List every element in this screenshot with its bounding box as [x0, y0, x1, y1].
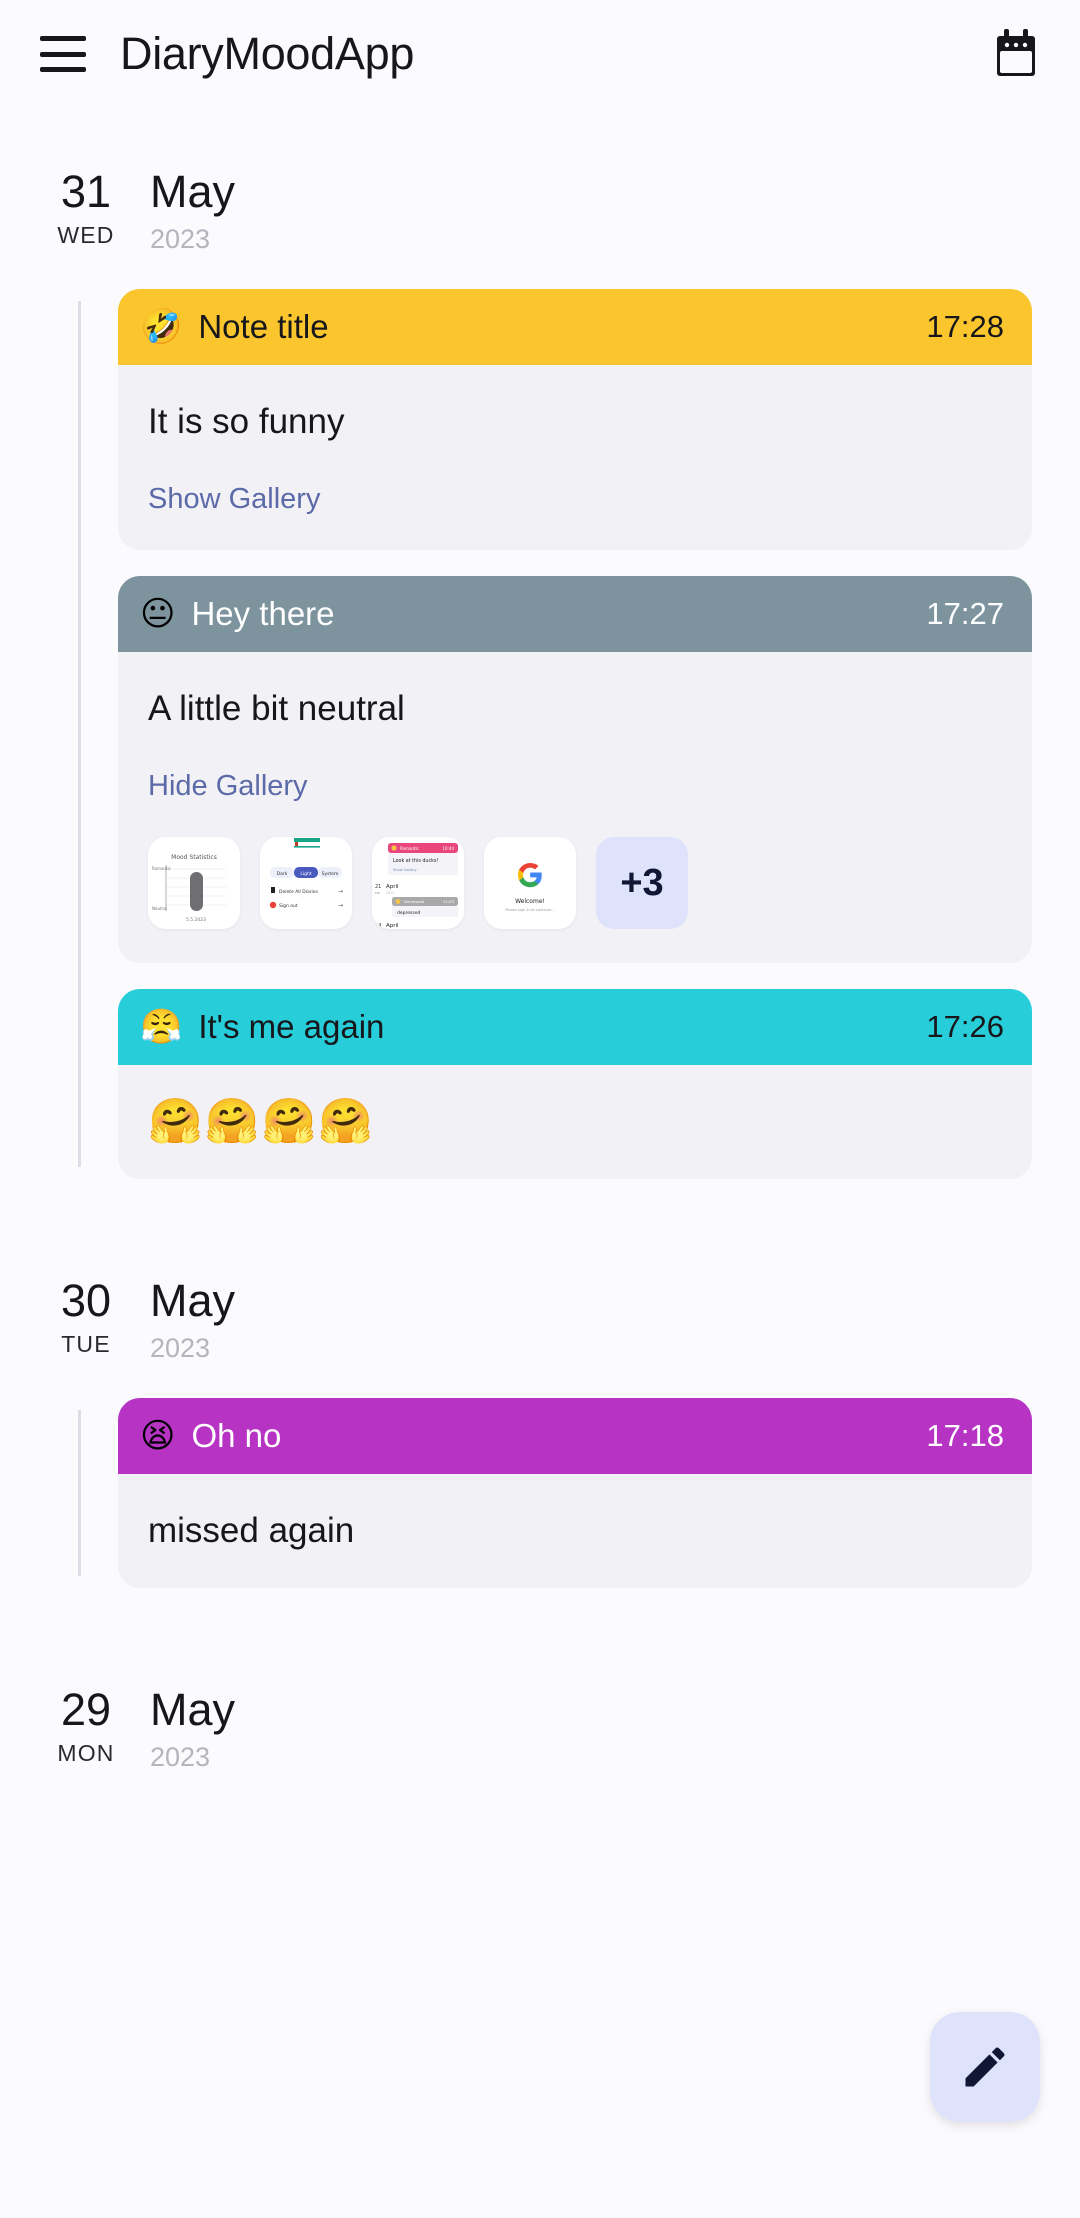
gallery-more-badge[interactable]: +3	[596, 837, 688, 929]
svg-text:→: →	[338, 902, 343, 909]
note-card-body: missed again	[118, 1474, 1032, 1588]
date-day-number: 30	[60, 1275, 112, 1326]
svg-text:21: 21	[375, 884, 381, 890]
note-card-header[interactable]: 😫 Oh no 17:18	[118, 1398, 1032, 1474]
svg-text:Please sign in to continue...: Please sign in to continue...	[505, 908, 555, 912]
note-time: 17:27	[926, 596, 1004, 631]
note-card[interactable]: 🤣 Note title 17:28 It is so funny Show G…	[118, 289, 1032, 550]
svg-text:depressed: depressed	[397, 910, 420, 916]
gallery-thumbnails: Mood Statistics Romantic Neutral 5.5.202…	[148, 837, 1004, 929]
date-right: May 2023	[150, 1684, 235, 1773]
date-weekday: TUE	[61, 1331, 111, 1357]
svg-text:Delete All Diaries: Delete All Diaries	[279, 889, 319, 895]
svg-text:10:44: 10:44	[442, 846, 454, 851]
show-gallery-link[interactable]: Show Gallery	[148, 483, 1004, 516]
svg-text:Sign out: Sign out	[279, 903, 298, 909]
diary-mood-app-screen: DiaryMoodApp 31 WED May 2023 🤣 Note titl…	[0, 0, 1080, 2218]
date-month: May	[150, 1684, 236, 1735]
svg-text:April: April	[386, 923, 399, 929]
svg-text:April: April	[386, 884, 399, 890]
svg-text:Neutral: Neutral	[152, 906, 167, 911]
date-month: May	[150, 166, 236, 217]
date-left: 29 MON	[50, 1684, 122, 1767]
date-year: 2023	[150, 224, 211, 254]
svg-text:Light: Light	[300, 871, 311, 877]
mood-emoji-icon: 🤣	[140, 307, 183, 347]
note-card-header[interactable]: 😐 Hey there 17:27	[118, 576, 1032, 652]
date-left: 30 TUE	[50, 1275, 122, 1358]
note-text: A little bit neutral	[148, 689, 405, 728]
page-title: DiaryMoodApp	[120, 28, 415, 79]
svg-text:Look at this ducks!: Look at this ducks!	[393, 858, 438, 864]
mood-emoji-icon: 😫	[140, 1416, 176, 1456]
date-day-number: 31	[60, 166, 112, 217]
calendar-icon[interactable]	[992, 29, 1040, 79]
svg-text:Dark: Dark	[277, 871, 288, 877]
note-text: It is so funny	[148, 402, 345, 441]
hamburger-menu-icon[interactable]	[40, 36, 86, 72]
date-header: 31 WED May 2023	[0, 166, 1080, 255]
note-card[interactable]: 😫 Oh no 17:18 missed again	[118, 1398, 1032, 1588]
pencil-edit-icon	[965, 2047, 1005, 2087]
date-weekday: WED	[57, 222, 115, 248]
gallery-thumbnail[interactable]: Romantic 10:44 Look at this ducks! Show …	[372, 837, 464, 929]
svg-text:Welcome!: Welcome!	[515, 898, 545, 905]
note-card[interactable]: 😤 It's me again 17:26 🤗🤗🤗🤗	[118, 989, 1032, 1179]
date-header: 29 MON May 2023	[0, 1684, 1080, 1773]
mood-emoji-icon: 😤	[140, 1007, 183, 1047]
gallery-thumbnail[interactable]: Mood Statistics Romantic Neutral 5.5.202…	[148, 837, 240, 929]
entries-list: 🤣 Note title 17:28 It is so funny Show G…	[0, 289, 1080, 1179]
date-left: 31 WED	[50, 166, 122, 249]
mood-emoji-icon: 😐	[140, 594, 176, 634]
hide-gallery-link[interactable]: Hide Gallery	[148, 770, 1004, 803]
svg-text:FRI: FRI	[375, 891, 380, 895]
day-group: 31 WED May 2023 🤣 Note title 17:28 It is…	[0, 166, 1080, 1179]
note-title: Hey there	[191, 595, 335, 632]
note-time: 17:26	[926, 1009, 1004, 1044]
timeline-rail	[78, 301, 81, 1167]
svg-text:2023: 2023	[386, 891, 394, 895]
note-text: 🤗🤗🤗🤗	[148, 1096, 376, 1147]
svg-text:Show Gallery: Show Gallery	[393, 868, 418, 872]
date-year: 2023	[150, 1333, 211, 1363]
svg-text:Romantic: Romantic	[152, 866, 171, 871]
add-note-fab[interactable]	[930, 2012, 1040, 2122]
app-bar: DiaryMoodApp	[0, 0, 1080, 108]
svg-text:21:03: 21:03	[443, 899, 455, 904]
note-text: missed again	[148, 1511, 355, 1550]
entries-list: 😫 Oh no 17:18 missed again	[0, 1398, 1080, 1588]
svg-text:14: 14	[375, 923, 381, 929]
date-weekday: MON	[57, 1740, 115, 1766]
date-day-number: 29	[60, 1684, 112, 1735]
note-time: 17:28	[926, 309, 1004, 344]
svg-text:Romantic: Romantic	[400, 846, 419, 851]
date-month: May	[150, 1275, 236, 1326]
gallery-thumbnail[interactable]: Welcome! Please sign in to continue...	[484, 837, 576, 929]
note-title: Note title	[198, 308, 329, 345]
note-card[interactable]: 😐 Hey there 17:27 A little bit neutral H…	[118, 576, 1032, 963]
day-group: 29 MON May 2023	[0, 1684, 1080, 1773]
svg-text:Depressed: Depressed	[404, 899, 425, 904]
note-card-body: It is so funny Show Gallery	[118, 365, 1032, 550]
svg-text:5.5.2023: 5.5.2023	[186, 917, 206, 923]
note-card-header[interactable]: 🤣 Note title 17:28	[118, 289, 1032, 365]
date-year: 2023	[150, 1742, 211, 1772]
date-right: May 2023	[150, 166, 235, 255]
note-card-body: A little bit neutral Hide Gallery Mood S…	[118, 652, 1032, 963]
timeline-rail	[78, 1410, 81, 1576]
date-right: May 2023	[150, 1275, 235, 1364]
note-time: 17:18	[926, 1418, 1004, 1453]
date-header: 30 TUE May 2023	[0, 1275, 1080, 1364]
note-card-body: 🤗🤗🤗🤗	[118, 1065, 1032, 1179]
note-card-header[interactable]: 😤 It's me again 17:26	[118, 989, 1032, 1065]
gallery-thumbnail[interactable]: Dark Light System Delete All Diaries → S…	[260, 837, 352, 929]
svg-text:→: →	[338, 888, 343, 895]
svg-text:System: System	[322, 871, 339, 877]
day-group: 30 TUE May 2023 😫 Oh no 17:18 missed aga…	[0, 1275, 1080, 1588]
svg-text:Mood Statistics: Mood Statistics	[171, 854, 217, 861]
note-title: Oh no	[191, 1417, 282, 1454]
note-title: It's me again	[198, 1008, 385, 1045]
